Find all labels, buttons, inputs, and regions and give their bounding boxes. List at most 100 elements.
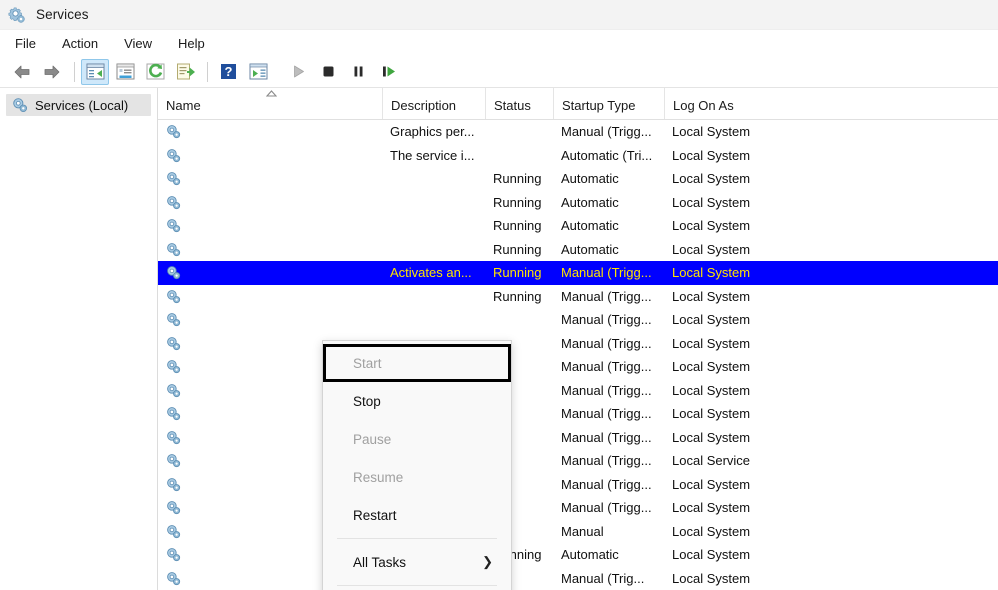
refresh-button[interactable] [141,59,169,85]
table-row[interactable]: Manual (Trigg...Local System [158,473,998,497]
services-gear-icon [166,359,181,374]
table-row[interactable]: Manual (Trigg...Local System [158,496,998,520]
table-row[interactable]: ManualLocal System [158,520,998,544]
menu-help[interactable]: Help [175,34,216,53]
start-service-button[interactable] [284,59,312,85]
table-row[interactable]: Manual (Trigg...Local System [158,308,998,332]
service-log-on-as-cell: Local System [664,571,767,586]
services-gear-icon [166,453,181,468]
service-startup-type-cell: Manual (Trigg... [553,453,664,468]
properties-window-button[interactable] [111,59,139,85]
service-startup-type-cell: Manual (Trigg... [553,336,664,351]
question-mark-help-button[interactable]: ? [214,59,242,85]
show-hide-console-tree-button[interactable] [81,59,109,85]
service-startup-type-cell: Manual (Trigg... [553,359,664,374]
context-menu-resume: Resume [323,458,511,496]
service-log-on-as-cell: Local System [664,359,767,374]
service-log-on-as-cell: Local System [664,547,767,562]
forward-button[interactable] [38,59,66,85]
context-menu-restart[interactable]: Restart [323,496,511,534]
context-menu-item-label: Start [353,356,382,371]
service-startup-type-cell: Automatic [553,171,664,186]
table-row[interactable]: Manual (Trigg...Local Service [158,449,998,473]
menu-bar: File Action View Help [0,30,998,56]
chevron-right-icon: ❯ [482,554,493,570]
context-menu-pause: Pause [323,420,511,458]
console-tree-pane: Services (Local) [0,88,158,590]
service-name-cell [158,242,382,257]
services-gear-icon [166,218,181,233]
service-name-cell [158,195,382,210]
service-log-on-as-cell: Local System [664,195,767,210]
service-name-cell [158,312,382,327]
column-header-log-on-as[interactable]: Log On As [664,88,767,119]
toolbar-separator-1 [74,62,75,82]
context-menu-stop[interactable]: Stop [323,382,511,420]
service-log-on-as-cell: Local System [664,406,767,421]
table-row[interactable]: The service i...Automatic (Tri...Local S… [158,144,998,168]
service-startup-type-cell: Manual (Trigg... [553,430,664,445]
column-header-name[interactable]: Name [158,88,382,119]
table-row[interactable]: RunningAutomaticLocal System [158,543,998,567]
menu-action[interactable]: Action [59,34,109,53]
table-row[interactable]: Manual (Trigg...Local System [158,426,998,450]
table-row[interactable]: Manual (Trigg...Local System [158,332,998,356]
context-menu-separator [337,585,497,586]
table-row[interactable]: RunningManual (Trigg...Local System [158,285,998,309]
sort-ascending-icon [266,90,277,97]
service-log-on-as-cell: Local System [664,289,767,304]
services-gear-icon [166,524,181,539]
table-row[interactable]: Activates an...RunningManual (Trigg...Lo… [158,261,998,285]
service-log-on-as-cell: Local System [664,218,767,233]
column-header-label: Name [166,98,201,113]
service-startup-type-cell: Manual (Trigg... [553,477,664,492]
service-name-cell [158,171,382,186]
table-row[interactable]: Manual (Trigg...Local System [158,402,998,426]
service-log-on-as-cell: Local System [664,524,767,539]
service-status-cell: Running [485,289,553,304]
table-row[interactable]: RunningAutomaticLocal System [158,167,998,191]
services-gear-icon [166,312,181,327]
service-startup-type-cell: Manual (Trigg... [553,124,664,139]
table-row[interactable]: RunningAutomaticLocal System [158,191,998,215]
context-menu-item-label: All Tasks [353,555,406,570]
services-gear-icon [166,195,181,210]
table-row[interactable]: Graphics per... Manual (Trigg...Local Sys… [158,120,998,144]
export-list-button[interactable] [171,59,199,85]
table-row[interactable]: Manual (Trigg...Local System [158,355,998,379]
table-row[interactable]: RunningAutomaticLocal System [158,238,998,262]
service-startup-type-cell: Manual (Trigg... [553,406,664,421]
list-column-headers: Name Description Status Startup Type Log… [158,88,998,120]
column-header-startup-type[interactable]: Startup Type [553,88,664,119]
service-startup-type-cell: Manual (Trigg... [553,289,664,304]
service-description-cell: Graphics per... [382,124,485,139]
pause-service-button[interactable] [344,59,372,85]
show-action-pane-button[interactable] [244,59,272,85]
column-header-label: Description [391,98,456,113]
context-menu-all-tasks[interactable]: All Tasks ❯ [323,543,511,581]
table-row[interactable]: Manual (Trigg...Local System [158,379,998,403]
services-gear-icon [166,383,181,398]
toolbar-separator-2 [207,62,208,82]
table-row[interactable]: RunningAutomaticLocal System [158,214,998,238]
menu-view[interactable]: View [121,34,163,53]
restart-service-button[interactable] [374,59,402,85]
service-name-cell [158,218,382,233]
service-startup-type-cell: Automatic [553,195,664,210]
services-gear-icon [166,171,181,186]
column-header-status[interactable]: Status [485,88,553,119]
service-name-cell [158,289,382,304]
sidebar-item-services-local[interactable]: Services (Local) [6,94,151,116]
service-log-on-as-cell: Local System [664,265,767,280]
service-description-cell: Activates an... [382,265,485,280]
services-gear-icon [166,148,181,163]
column-header-description[interactable]: Description [382,88,485,119]
back-button[interactable] [8,59,36,85]
service-name-cell [158,124,382,139]
table-row[interactable]: Provides net...Manual (Trig...Local Syst… [158,567,998,590]
service-log-on-as-cell: Local System [664,124,767,139]
context-menu-item-label: Restart [353,508,397,523]
menu-file[interactable]: File [12,34,47,53]
services-gear-icon [8,6,26,24]
stop-service-button[interactable] [314,59,342,85]
